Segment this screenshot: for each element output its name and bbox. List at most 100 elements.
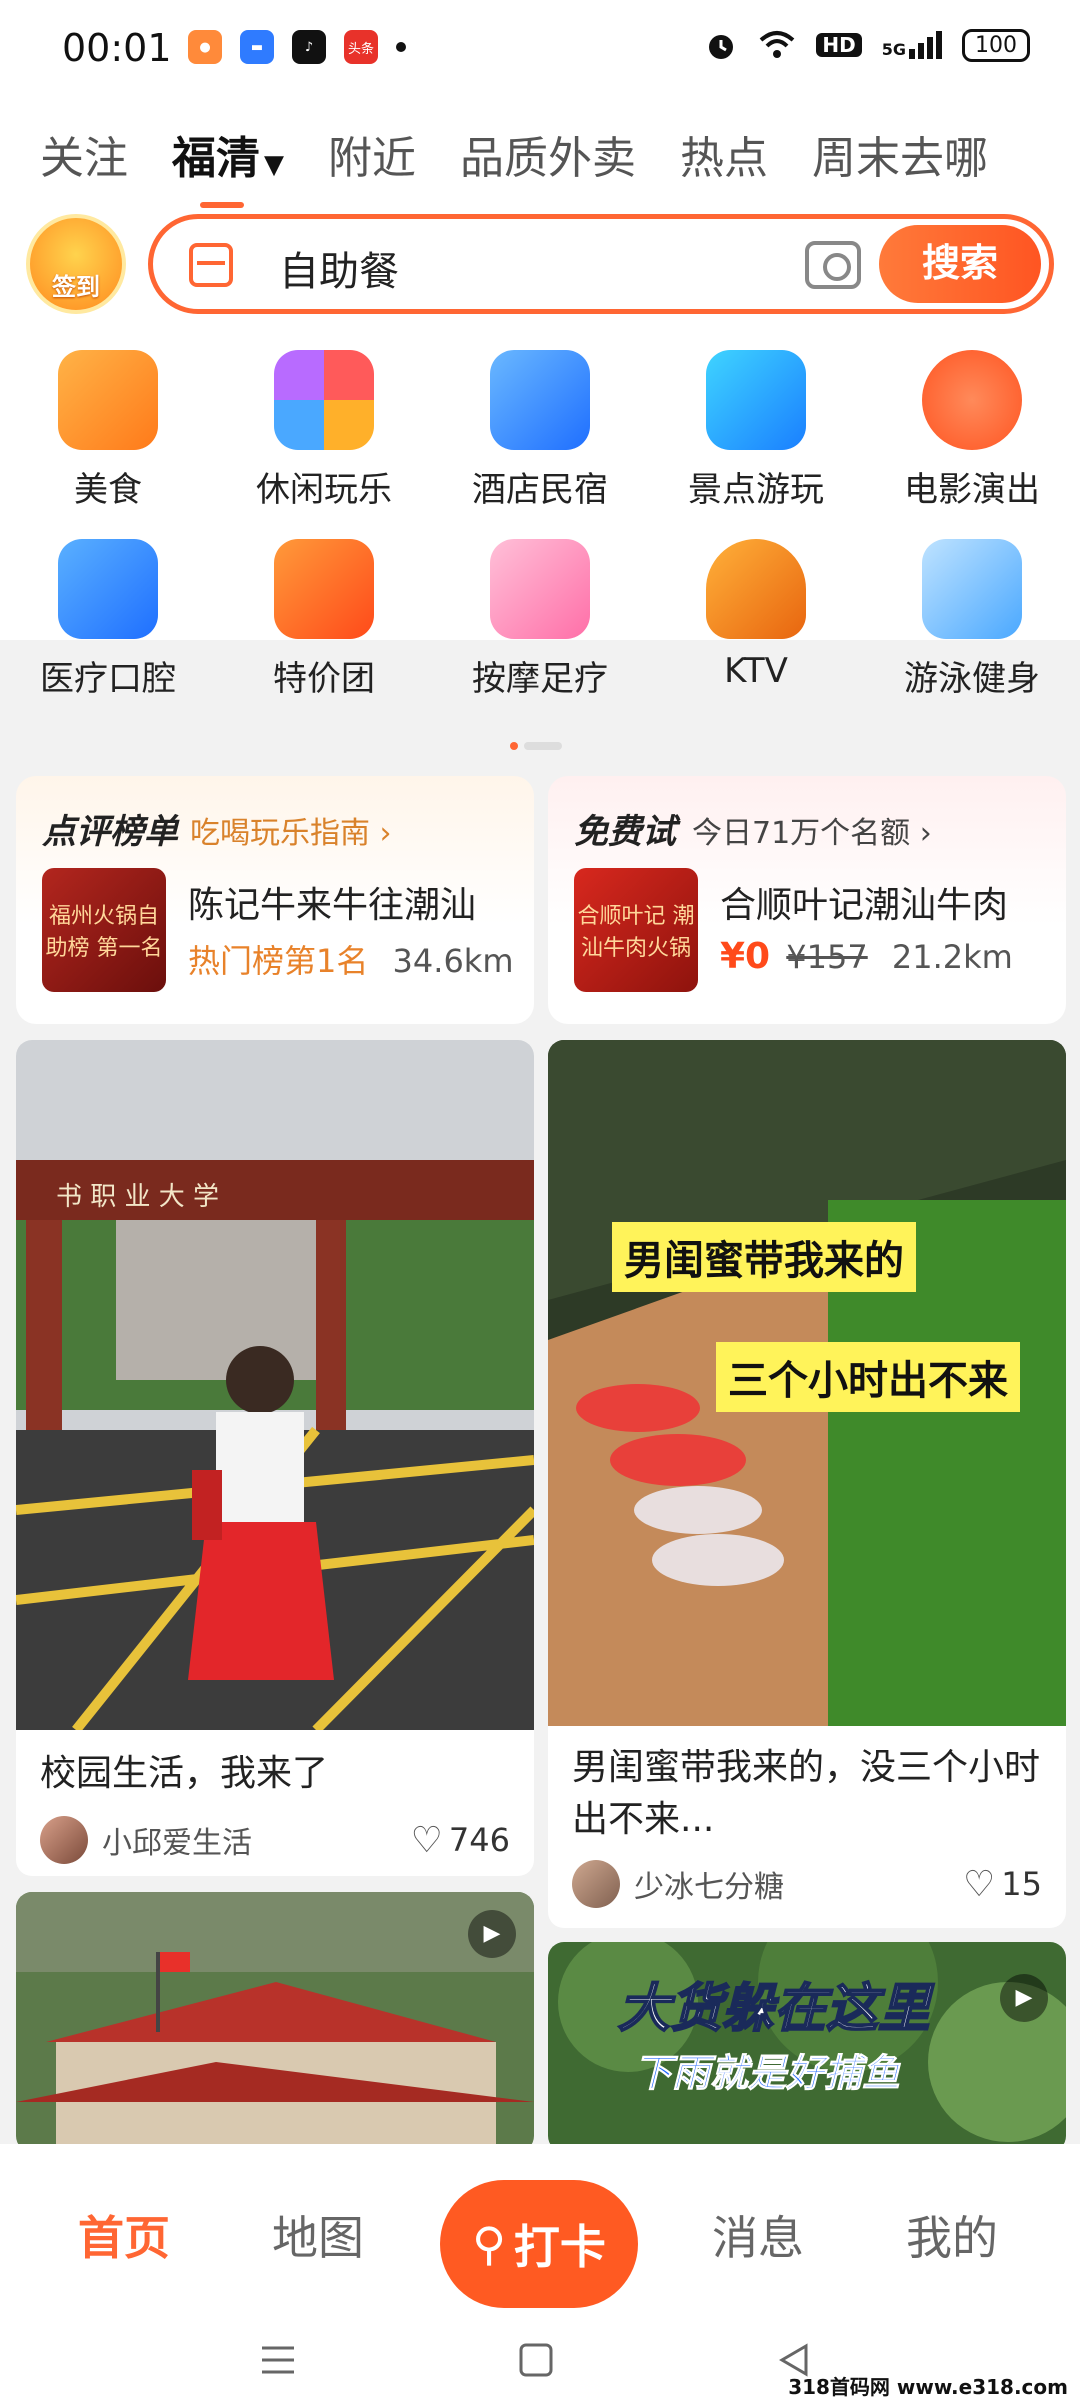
ranking-meta: 热门榜第1名 34.6km xyxy=(188,936,514,982)
microphone-icon xyxy=(706,539,806,639)
tab-weekend[interactable]: 周末去哪 xyxy=(812,122,988,186)
category-food[interactable]: 美食 xyxy=(0,350,216,511)
category-movie[interactable]: 电影演出 xyxy=(864,350,1080,511)
signal-icon: 5G xyxy=(882,31,942,59)
tab-hot[interactable]: 热点 xyxy=(680,122,768,186)
search-button[interactable]: 搜索 xyxy=(879,225,1041,303)
category-leisure[interactable]: 休闲玩乐 xyxy=(216,350,432,511)
overlay-caption-2: 下雨就是好捕鱼 xyxy=(633,2051,901,2096)
cat-face-icon xyxy=(922,350,1022,450)
avatar[interactable] xyxy=(40,1816,88,1864)
overlay-caption-1: 大货躲在这里 xyxy=(617,1978,931,2040)
feed-card-4[interactable]: 大货躲在这里 下雨就是好捕鱼 ▶ xyxy=(548,1942,1066,2152)
camera-icon[interactable] xyxy=(805,241,861,289)
feed-card-1[interactable]: 书 职 业 大 学 校园生活，我来了 小邱爱生活 ♡ 746 xyxy=(16,1040,534,1876)
status-time: 00:01 xyxy=(62,26,172,70)
nav-map[interactable]: 地图 xyxy=(272,2202,364,2268)
feed-author[interactable]: 小邱爱生活 xyxy=(102,1818,411,1862)
scan-icon[interactable] xyxy=(189,243,233,287)
trial-price: ¥0 xyxy=(720,936,771,977)
wifi-icon xyxy=(760,31,795,58)
trial-subtitle[interactable]: 今日71万个名额 › xyxy=(692,808,932,852)
play-icon[interactable]: ▶ xyxy=(1000,1974,1048,2022)
trial-distance: 21.2km xyxy=(891,938,1013,976)
tab-city[interactable]: 福清 ▼ xyxy=(172,122,284,208)
watermark: 318首码网 www.e318.com xyxy=(788,2375,1068,2399)
category-medical[interactable]: 医疗口腔 xyxy=(0,539,216,700)
page-indicator xyxy=(510,742,562,750)
hd-badge: HD xyxy=(816,33,862,57)
checkin-button[interactable]: 签到 xyxy=(26,214,126,314)
category-discount[interactable]: 特价团 xyxy=(216,539,432,700)
notification-dot xyxy=(396,42,406,52)
trial-shop-name: 合顺叶记潮汕牛肉 xyxy=(720,885,1009,926)
alarm-icon xyxy=(709,35,734,59)
feed-card-2[interactable]: 男闺蜜带我来的 三个小时出不来 男闺蜜带我来的，没三个小时出不来... 少冰七分… xyxy=(548,1040,1066,1928)
chevron-right-icon: › xyxy=(919,816,932,851)
nav-me[interactable]: 我的 xyxy=(906,2202,998,2268)
feed-image-temple xyxy=(16,1892,534,2152)
ranking-distance: 34.6km xyxy=(392,942,514,980)
tab-nearby[interactable]: 附近 xyxy=(328,122,416,186)
tiktok-icon: ♪ xyxy=(292,30,326,64)
discount-icon xyxy=(274,539,374,639)
feed-likes: 746 xyxy=(448,1821,510,1859)
status-right: HD 5G 100 xyxy=(704,28,1030,62)
game-icon: ● xyxy=(188,30,222,64)
checkin-label: 签到 xyxy=(52,273,100,301)
ranking-thumbnail: 福州火锅自助榜 第一名 xyxy=(42,868,166,992)
category-hotel[interactable]: 酒店民宿 xyxy=(432,350,648,511)
status-app-icons: ● ▬ ♪ 头条 xyxy=(188,30,406,64)
feed-author[interactable]: 少冰七分糖 xyxy=(634,1862,963,1906)
menu-icon[interactable] xyxy=(258,2340,298,2380)
chevron-right-icon: › xyxy=(379,816,392,851)
massage-icon xyxy=(490,539,590,639)
overlay-caption-1: 男闺蜜带我来的 xyxy=(612,1222,916,1292)
ranking-rank: 热门榜第1名 xyxy=(188,942,369,980)
trial-title: 免费试 xyxy=(574,812,676,852)
top-tabs: 关注 福清 ▼ 附近 品质外卖 热点 周末去哪 xyxy=(40,122,988,208)
search-input[interactable]: 自助餐 xyxy=(279,239,399,297)
ranking-title: 点评榜单 xyxy=(42,812,178,852)
bottom-nav: 首页 地图 ⚲ 打卡 消息 我的 318首码网 www.e318.com xyxy=(0,2144,1080,2408)
tab-follow[interactable]: 关注 xyxy=(40,122,128,186)
ranking-subtitle[interactable]: 吃喝玩乐指南 › xyxy=(190,808,392,852)
feed-likes: 15 xyxy=(1001,1865,1042,1903)
heart-icon[interactable]: ♡ xyxy=(963,1864,995,1905)
home-square-icon[interactable] xyxy=(516,2340,556,2380)
ranking-shop-name: 陈记牛来牛往潮汕 xyxy=(188,885,477,926)
location-pin-icon: ⚲ xyxy=(472,2217,506,2271)
palm-tree-icon xyxy=(706,350,806,450)
play-icon[interactable]: ▶ xyxy=(468,1910,516,1958)
search-bar[interactable]: 自助餐 搜索 xyxy=(148,214,1054,314)
nav-messages[interactable]: 消息 xyxy=(712,2202,804,2268)
trial-meta: ¥0 ¥157 21.2km xyxy=(720,936,1013,977)
tab-delivery[interactable]: 品质外卖 xyxy=(460,122,636,186)
feed-meta: 小邱爱生活 ♡ 746 xyxy=(40,1816,510,1864)
fitness-icon xyxy=(922,539,1022,639)
category-massage[interactable]: 按摩足疗 xyxy=(432,539,648,700)
feed-card-3[interactable]: ▶ xyxy=(16,1892,534,2152)
category-ktv[interactable]: KTV xyxy=(648,539,864,700)
category-fitness[interactable]: 游泳健身 xyxy=(864,539,1080,700)
trial-thumbnail: 合顺叶记 潮汕牛肉火锅 xyxy=(574,868,698,992)
leisure-icon xyxy=(274,350,374,450)
toutiao-icon: 头条 xyxy=(344,30,378,64)
heart-icon[interactable]: ♡ xyxy=(411,1820,443,1861)
roast-chicken-icon xyxy=(58,350,158,450)
ranking-card[interactable]: 点评榜单 吃喝玩乐指南 › 福州火锅自助榜 第一名 陈记牛来牛往潮汕 热门榜第1… xyxy=(16,776,534,1024)
free-trial-card[interactable]: 免费试 今日71万个名额 › 合顺叶记 潮汕牛肉火锅 合顺叶记潮汕牛肉 ¥0 ¥… xyxy=(548,776,1066,1024)
nav-home[interactable]: 首页 xyxy=(78,2202,170,2268)
nav-checkin-button[interactable]: ⚲ 打卡 xyxy=(440,2180,638,2308)
category-scenic[interactable]: 景点游玩 xyxy=(648,350,864,511)
feed-title: 校园生活，我来了 xyxy=(40,1753,329,1794)
avatar[interactable] xyxy=(572,1860,620,1908)
hotel-icon xyxy=(490,350,590,450)
caret-down-icon: ▼ xyxy=(264,150,284,180)
feed-image-campus: 书 职 业 大 学 xyxy=(16,1040,534,1730)
trial-original-price: ¥157 xyxy=(786,938,868,976)
category-grid: 美食 休闲玩乐 酒店民宿 景点游玩 电影演出 医疗口腔 特价团 按摩足疗 KTV… xyxy=(0,350,1080,700)
header: 关注 福清 ▼ 附近 品质外卖 热点 周末去哪 签到 自助餐 搜索 美食 休闲玩乐… xyxy=(0,100,1080,750)
message-icon: ▬ xyxy=(240,30,274,64)
feed-title: 男闺蜜带我来的，没三个小时出不来... xyxy=(572,1747,1041,1840)
